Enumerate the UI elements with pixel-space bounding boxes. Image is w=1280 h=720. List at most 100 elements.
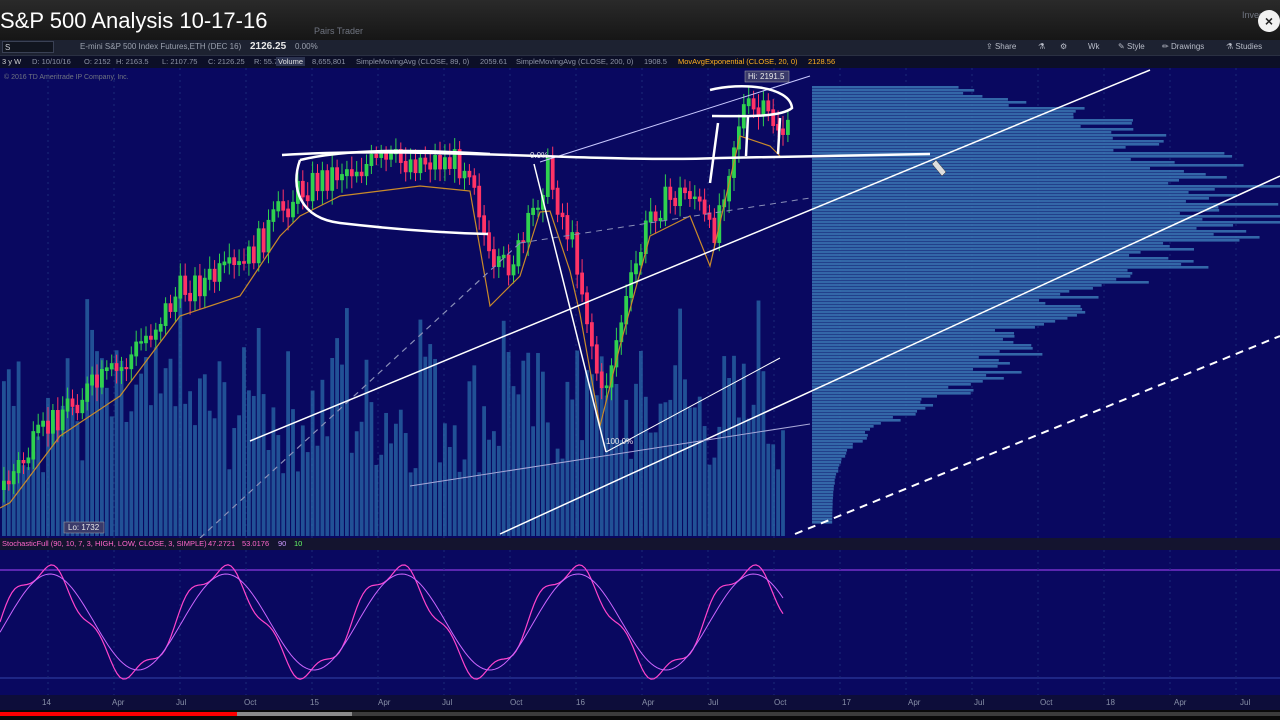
volume-profile-bar: [812, 479, 835, 482]
volume-bar: [2, 381, 6, 536]
symbol-input[interactable]: S: [2, 41, 54, 53]
volume-profile-bar: [812, 326, 1035, 329]
volume-bar: [305, 452, 310, 536]
volume-bar: [492, 431, 496, 536]
volume-bar: [90, 329, 94, 536]
volume-bar: [516, 394, 521, 536]
volume-profile-bar: [812, 92, 964, 95]
x-axis-tick-label: Jul: [1240, 698, 1251, 707]
candle-body: [193, 275, 197, 302]
volume-bar: [673, 365, 678, 536]
stochastic-d-value: 53.0176: [242, 539, 270, 548]
drawings-button[interactable]: ✏ Drawings: [1162, 42, 1204, 51]
volume-profile-bar: [812, 206, 1219, 209]
volume-profile-bar: [812, 104, 1009, 107]
candle-body: [580, 272, 584, 295]
sma200-label[interactable]: SimpleMovingAvg (CLOSE, 200, 0): [514, 57, 635, 66]
volume-profile-bar: [812, 362, 1010, 365]
volume-profile-bar: [812, 170, 1184, 173]
volume-bar: [335, 338, 339, 536]
ema-value: 2128.56: [808, 57, 836, 66]
stochastic-oscillator-pane[interactable]: [0, 550, 1280, 695]
candle-body: [531, 207, 535, 215]
volume-profile-bar: [812, 446, 853, 449]
volume-bar: [374, 464, 379, 536]
volume-bar: [212, 418, 217, 536]
sma89-label[interactable]: SimpleMovingAvg (CLOSE, 89, 0): [354, 57, 471, 66]
candle-body: [139, 341, 143, 344]
volume-bar: [300, 425, 305, 536]
candle-body: [188, 292, 192, 302]
volume-profile-bar: [812, 509, 833, 512]
volume-bar: [604, 395, 609, 536]
volume-value: 8,655,801: [312, 57, 346, 66]
volume-profile-bar: [812, 140, 1164, 143]
candle-body: [276, 201, 281, 212]
oscillator-header: StochasticFull (90, 10, 7, 3, HIGH, LOW,…: [0, 538, 1280, 550]
volume-profile-bar: [812, 95, 983, 98]
candle-body: [31, 431, 36, 460]
volume-profile-bar: [812, 317, 1068, 320]
candle-body: [447, 157, 452, 169]
candle-body: [144, 335, 148, 344]
share-button[interactable]: ⇪ Share: [986, 42, 1016, 51]
volume-profile-bar: [812, 254, 1130, 257]
volume-bar: [403, 433, 408, 536]
volume-bar: [16, 361, 21, 536]
volume-profile-bar: [812, 470, 839, 473]
flask-icon[interactable]: ⚗: [1038, 42, 1045, 51]
x-axis-tick-label: Apr: [1174, 698, 1187, 707]
x-axis-tick-label: Jul: [442, 698, 453, 707]
price-chart-canvas[interactable]: Hi: 2191.5 Lo: 1732 0.0% 100.0%: [0, 68, 1280, 538]
x-axis-tick-label: Oct: [1040, 698, 1053, 707]
volume-profile-bar: [812, 428, 870, 431]
candle-body: [212, 268, 217, 282]
volume-study-label[interactable]: Volume: [276, 57, 306, 66]
candle-body: [114, 363, 119, 371]
volume-bar: [423, 356, 428, 536]
volume-profile-bar: [812, 401, 921, 404]
volume-profile-bar: [812, 248, 1194, 251]
pencil-icon: ✏: [1162, 42, 1171, 51]
price-chart-area[interactable]: Hi: 2191.5 Lo: 1732 0.0% 100.0% © 2016 TD A…: [0, 68, 1280, 538]
stochastic-canvas[interactable]: [0, 550, 1280, 695]
ema-label[interactable]: MovAvgExponential (CLOSE, 20, 0): [676, 57, 800, 66]
volume-bar: [433, 358, 437, 536]
volume-bar: [501, 320, 506, 536]
candle-body: [207, 268, 212, 280]
volume-profile-bar: [812, 275, 1131, 278]
volume-bar: [467, 381, 472, 536]
candle-body: [178, 275, 183, 299]
video-progress-bar[interactable]: [0, 710, 1280, 720]
stochastic-label[interactable]: StochasticFull (90, 10, 7, 3, HIGH, LOW,…: [0, 539, 209, 548]
volume-profile-bar: [812, 245, 1170, 248]
ghost-tab-pairs-trader: Pairs Trader: [314, 26, 364, 36]
volume-bar: [511, 386, 516, 536]
volume-bar: [776, 469, 780, 536]
gear-icon[interactable]: ⚙: [1060, 42, 1067, 51]
candle-body: [648, 211, 653, 223]
candle-body: [653, 211, 658, 222]
style-button[interactable]: ✎ Style: [1118, 42, 1145, 51]
volume-profile-bar: [812, 458, 842, 461]
chart-toolbar: S E-mini S&P 500 Index Futures,ETH (DEC …: [0, 40, 1280, 56]
volume-bar: [340, 364, 344, 536]
candle-body: [51, 410, 55, 434]
volume-bar: [232, 428, 237, 536]
progress-played: [0, 712, 237, 716]
volume-bar: [188, 391, 192, 536]
volume-bar: [629, 458, 633, 536]
candle-body: [261, 228, 266, 253]
volume-profile-bar: [812, 230, 1247, 233]
timeframe-button[interactable]: Wk: [1088, 42, 1100, 51]
candle-body: [222, 261, 227, 266]
volume-bar: [237, 415, 241, 536]
x-axis-tick-label: 17: [842, 698, 851, 707]
volume-bar: [761, 371, 766, 536]
candle-body: [345, 169, 349, 177]
candle-body: [247, 246, 251, 264]
volume-bar: [678, 308, 682, 536]
close-icon[interactable]: ×: [1258, 10, 1280, 32]
candle-body: [354, 171, 359, 177]
studies-button[interactable]: ⚗ Studies: [1226, 42, 1262, 51]
